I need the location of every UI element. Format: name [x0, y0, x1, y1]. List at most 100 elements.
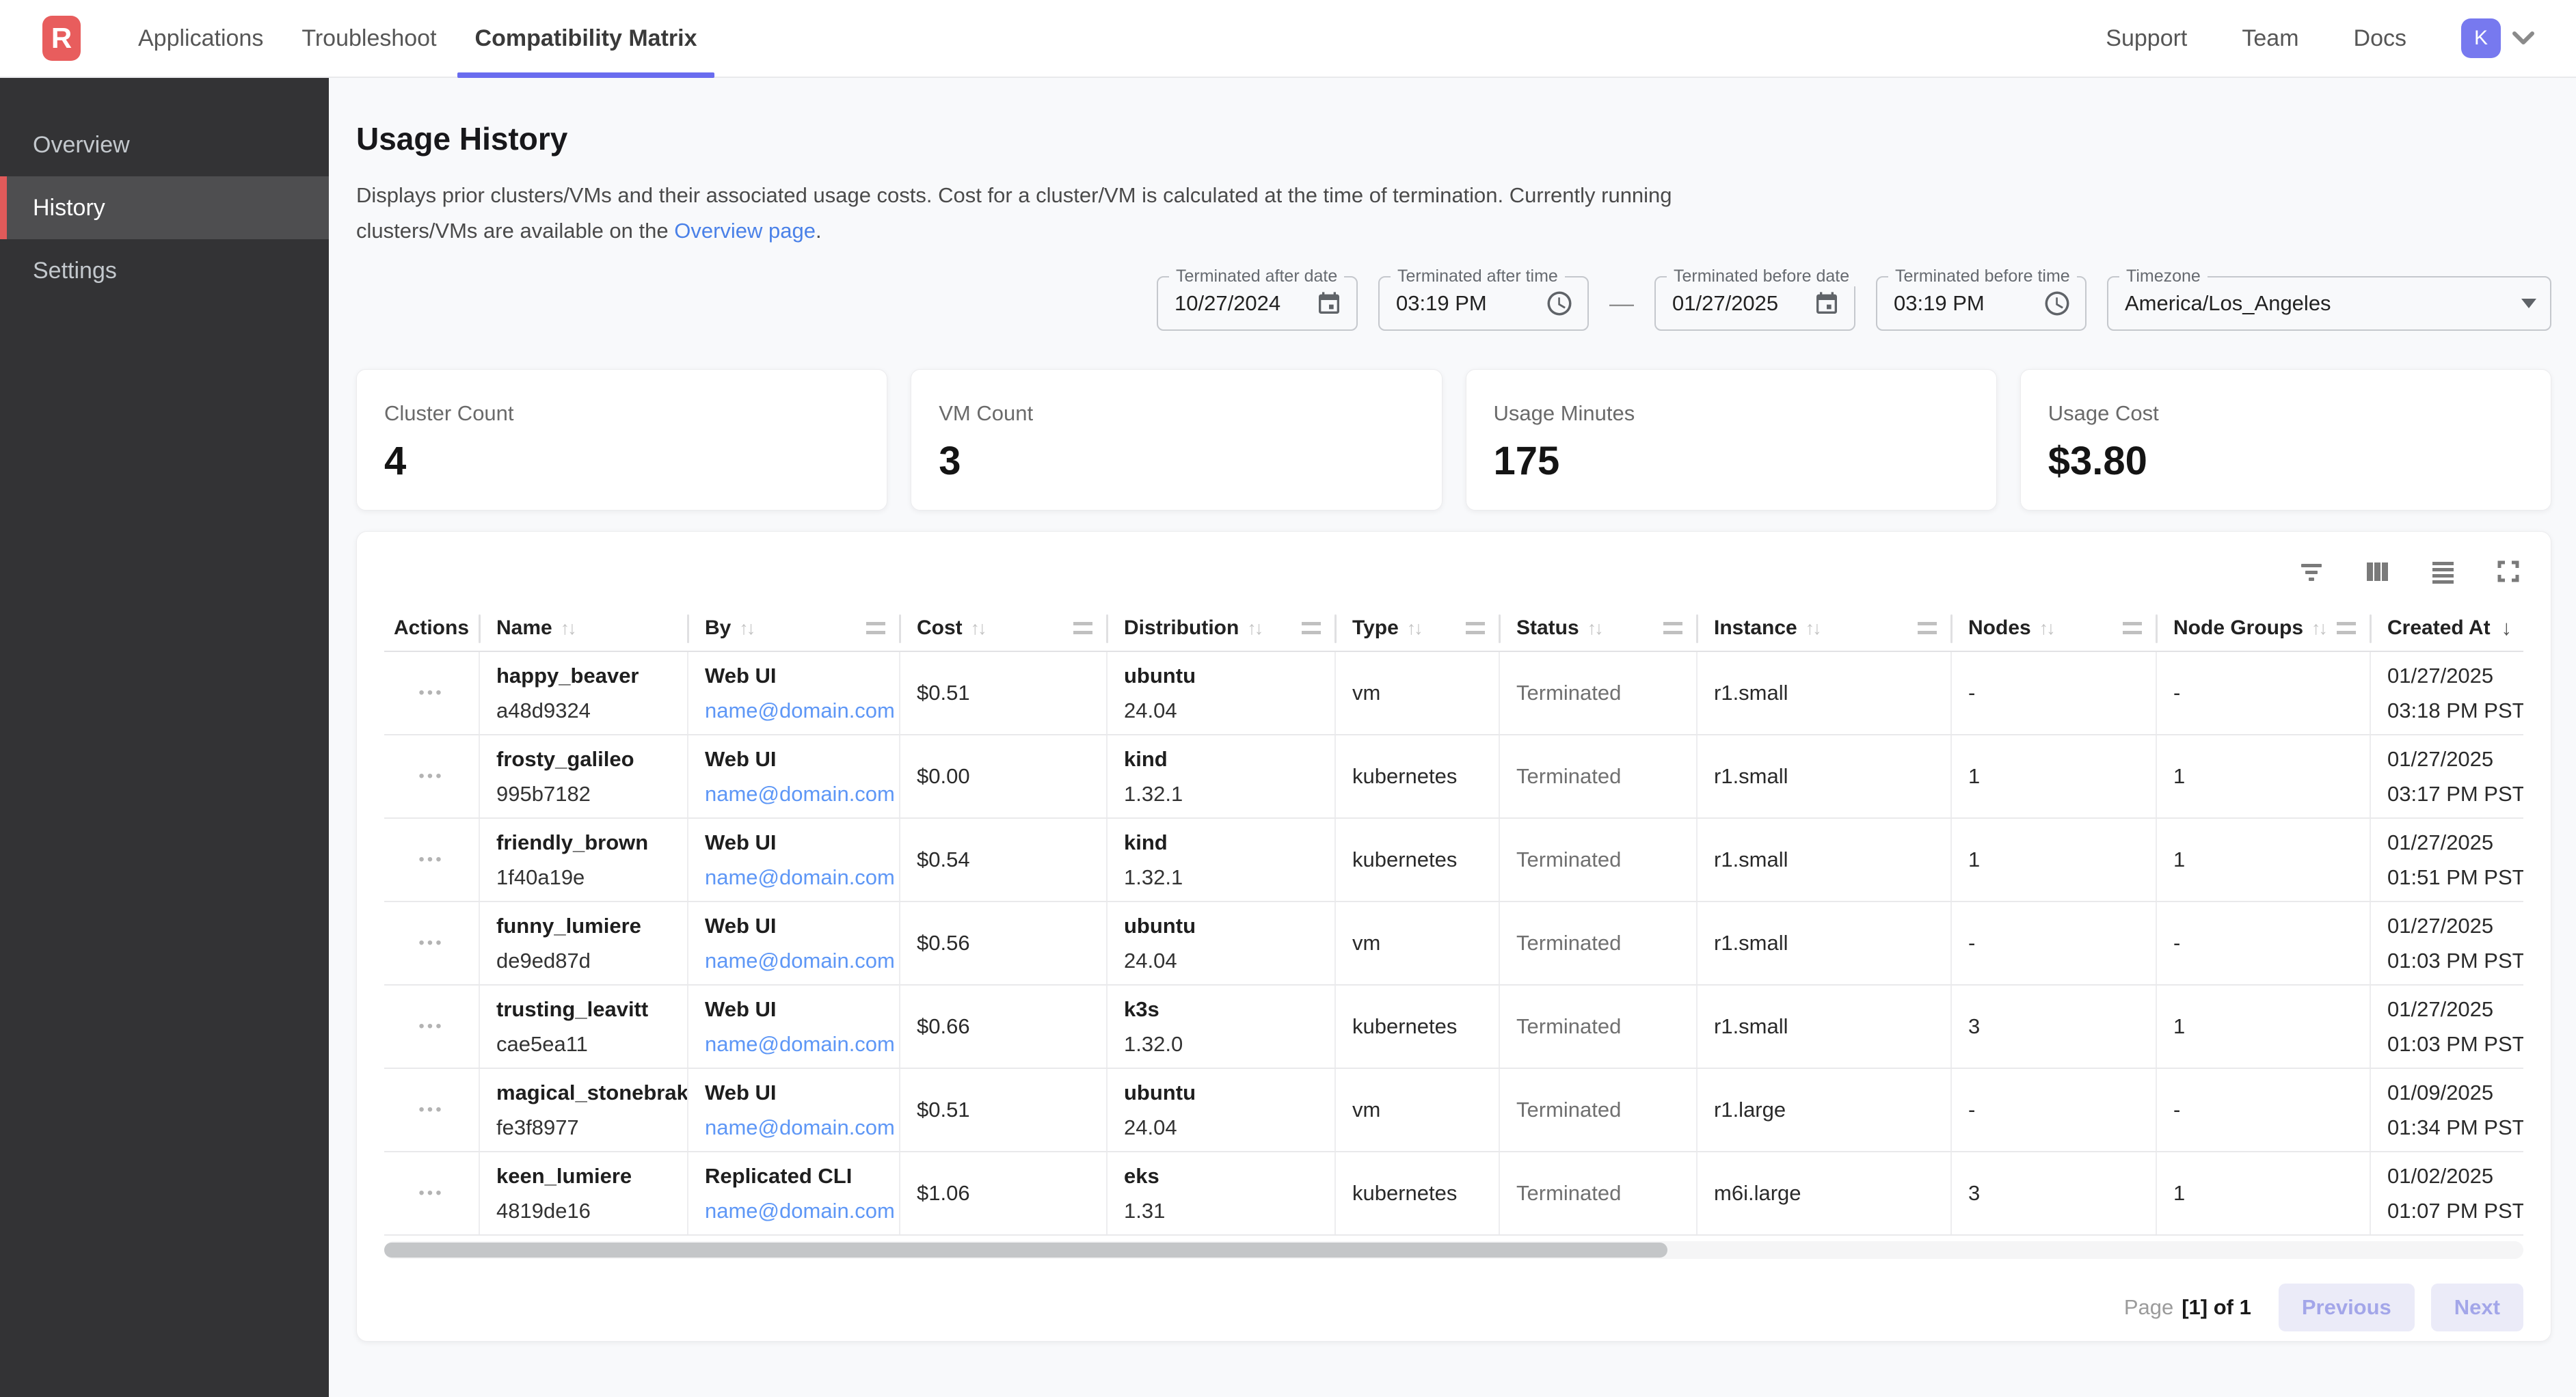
app-logo[interactable]: R — [42, 16, 81, 61]
cell-created-at: 01/27/202503:17 PM PST — [2371, 735, 2523, 817]
cell-instance: r1.small — [1698, 735, 1952, 817]
nav-tab-troubleshoot[interactable]: Troubleshoot — [284, 0, 454, 77]
cell-distribution: eks1.31 — [1108, 1152, 1336, 1234]
ellipsis-icon: ••• — [418, 1100, 444, 1120]
column-menu-icon[interactable] — [2123, 622, 2142, 634]
row-actions-button[interactable]: ••• — [384, 735, 480, 817]
cell-instance: r1.small — [1698, 986, 1952, 1068]
terminated-before-time-field[interactable]: Terminated before time — [1876, 276, 2087, 331]
cell-created-at: 01/27/202501:03 PM PST — [2371, 986, 2523, 1068]
stat-card-usage-minutes: Usage Minutes 175 — [1466, 369, 1997, 511]
next-page-button[interactable]: Next — [2431, 1284, 2523, 1331]
sidebar-item-settings[interactable]: Settings — [0, 239, 329, 302]
nav-link-support[interactable]: Support — [2106, 25, 2187, 52]
nav-link-team[interactable]: Team — [2242, 25, 2298, 52]
column-menu-icon[interactable] — [1466, 622, 1485, 634]
email-link[interactable]: name@domain.com — [705, 698, 889, 723]
cell-by: Web UIname@domain.com — [688, 652, 900, 734]
column-header-instance[interactable]: Instance↑↓ — [1698, 606, 1952, 651]
horizontal-scrollbar-thumb[interactable] — [384, 1243, 1667, 1258]
row-actions-button[interactable]: ••• — [384, 819, 480, 901]
sort-icon: ↑↓ — [1806, 618, 1820, 639]
row-actions-button[interactable]: ••• — [384, 986, 480, 1068]
cell-nodes: 1 — [1952, 819, 2157, 901]
clock-icon[interactable] — [1545, 289, 1574, 318]
nav-tab-applications[interactable]: Applications — [120, 0, 281, 77]
row-actions-button[interactable]: ••• — [384, 1152, 480, 1234]
avatar: K — [2461, 18, 2501, 58]
filter-icon[interactable] — [2296, 556, 2326, 586]
cell-distribution: ubuntu24.04 — [1108, 902, 1336, 984]
column-header-created-at[interactable]: Created At↓ — [2371, 606, 2523, 651]
density-icon[interactable] — [2428, 556, 2458, 586]
calendar-icon[interactable] — [1813, 290, 1840, 317]
row-actions-button[interactable]: ••• — [384, 902, 480, 984]
previous-page-button[interactable]: Previous — [2279, 1284, 2415, 1331]
fullscreen-icon[interactable] — [2493, 556, 2523, 586]
cell-created-at: 01/09/202501:34 PM PST — [2371, 1069, 2523, 1151]
column-header-by[interactable]: By↑↓ — [688, 606, 900, 651]
cell-by: Replicated CLIname@domain.com — [688, 1152, 900, 1234]
column-header-node-groups[interactable]: Node Groups↑↓ — [2157, 606, 2371, 651]
cell-cost: $0.54 — [900, 819, 1108, 901]
terminated-after-date-field[interactable]: Terminated after date — [1157, 276, 1358, 331]
cell-by: Web UIname@domain.com — [688, 819, 900, 901]
cell-status: Terminated — [1500, 735, 1698, 817]
terminated-before-date-input[interactable] — [1672, 291, 1813, 316]
column-header-cost[interactable]: Cost↑↓ — [900, 606, 1108, 651]
sort-icon: ↑↓ — [561, 618, 575, 639]
column-menu-icon[interactable] — [1073, 622, 1092, 634]
row-actions-button[interactable]: ••• — [384, 652, 480, 734]
column-menu-icon[interactable] — [866, 622, 885, 634]
email-link[interactable]: name@domain.com — [705, 865, 889, 890]
cell-node-groups: - — [2157, 652, 2371, 734]
columns-icon[interactable] — [2362, 556, 2392, 586]
cell-distribution: ubuntu24.04 — [1108, 652, 1336, 734]
column-menu-icon[interactable] — [2337, 622, 2356, 634]
overview-page-link[interactable]: Overview page — [674, 219, 816, 243]
clock-icon[interactable] — [2043, 289, 2071, 318]
email-link[interactable]: name@domain.com — [705, 1199, 889, 1223]
terminated-before-time-input[interactable] — [1894, 291, 2043, 316]
terminated-after-time-input[interactable] — [1396, 291, 1545, 316]
nav-link-docs[interactable]: Docs — [2354, 25, 2406, 52]
column-menu-icon[interactable] — [1663, 622, 1682, 634]
account-menu-button[interactable]: K — [2461, 18, 2535, 58]
horizontal-scrollbar-track[interactable] — [384, 1241, 2523, 1259]
sidebar-item-overview[interactable]: Overview — [0, 113, 329, 176]
email-link[interactable]: name@domain.com — [705, 949, 889, 973]
nav-tab-compatibility-matrix[interactable]: Compatibility Matrix — [457, 0, 715, 77]
terminated-after-time-field[interactable]: Terminated after time — [1378, 276, 1589, 331]
cell-nodes: 3 — [1952, 1152, 2157, 1234]
cell-status: Terminated — [1500, 986, 1698, 1068]
email-link[interactable]: name@domain.com — [705, 782, 889, 806]
cell-distribution: k3s1.32.0 — [1108, 986, 1336, 1068]
cell-node-groups: - — [2157, 902, 2371, 984]
page-description: Displays prior clusters/VMs and their as… — [356, 178, 1710, 249]
table-row: ••• magical_stonebrakerfe3f8977 Web UIna… — [384, 1069, 2523, 1152]
cell-status: Terminated — [1500, 1069, 1698, 1151]
sidebar-item-history[interactable]: History — [0, 176, 329, 239]
cell-cost: $0.66 — [900, 986, 1108, 1068]
column-header-name[interactable]: Name↑↓ — [480, 606, 688, 651]
terminated-before-date-field[interactable]: Terminated before date — [1654, 276, 1855, 331]
cell-nodes: - — [1952, 902, 2157, 984]
sort-icon: ↑↓ — [1407, 618, 1421, 639]
column-header-type[interactable]: Type↑↓ — [1336, 606, 1500, 651]
terminated-after-date-input[interactable] — [1175, 291, 1315, 316]
cell-by: Web UIname@domain.com — [688, 1069, 900, 1151]
calendar-icon[interactable] — [1315, 290, 1343, 317]
column-header-distribution[interactable]: Distribution↑↓ — [1108, 606, 1336, 651]
email-link[interactable]: name@domain.com — [705, 1032, 889, 1057]
email-link[interactable]: name@domain.com — [705, 1115, 889, 1140]
timezone-select[interactable]: Timezone America/Los_Angeles — [2107, 276, 2551, 331]
table-row: ••• friendly_brown1f40a19e Web UIname@do… — [384, 819, 2523, 902]
row-actions-button[interactable]: ••• — [384, 1069, 480, 1151]
dropdown-arrow-icon — [2521, 299, 2536, 308]
page-title: Usage History — [356, 120, 2551, 157]
column-header-nodes[interactable]: Nodes↑↓ — [1952, 606, 2157, 651]
cell-node-groups: - — [2157, 1069, 2371, 1151]
column-menu-icon[interactable] — [1918, 622, 1937, 634]
column-header-status[interactable]: Status↑↓ — [1500, 606, 1698, 651]
column-menu-icon[interactable] — [1302, 622, 1321, 634]
